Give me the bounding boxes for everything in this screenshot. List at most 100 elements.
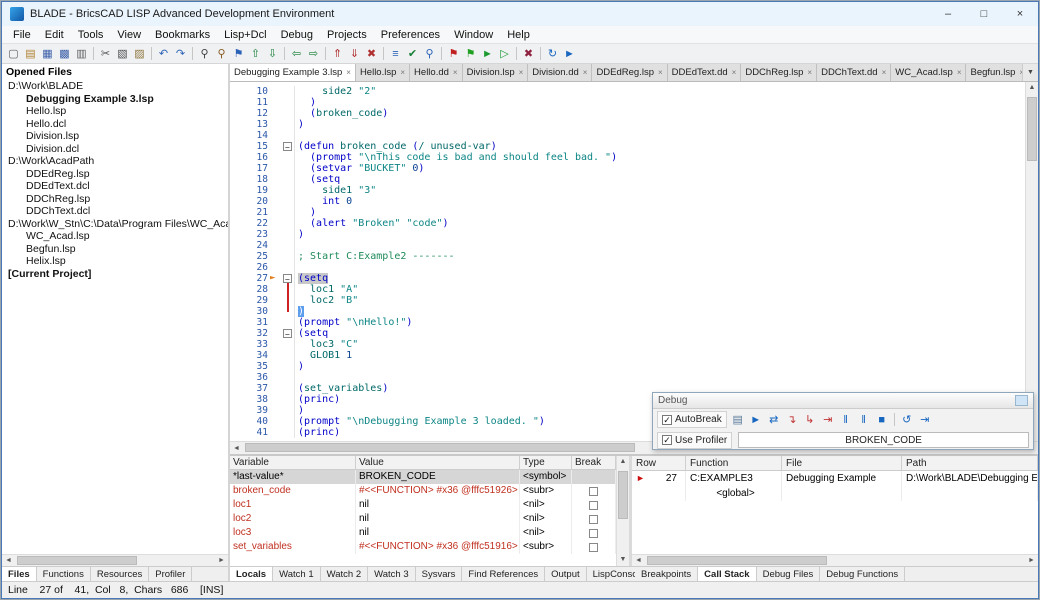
break-checkbox[interactable] [589,487,598,496]
tab-locals[interactable]: Locals [230,567,273,581]
editor-vscrollbar[interactable]: ▲ ▼ [1025,82,1038,441]
tab-files[interactable]: Files [2,567,37,581]
column-header-value[interactable]: Value [356,456,520,469]
scroll-left-icon[interactable]: ◄ [2,557,15,564]
variable-row-loc2[interactable]: loc2nil<nil> [230,512,616,526]
run-selection-icon[interactable]: ▷ [496,45,513,62]
code-line[interactable]: 35) [230,361,1025,372]
tree-item-d-work-blade[interactable]: D:\Work\BLADE [2,80,228,93]
menu-item-help[interactable]: Help [500,28,537,42]
tab-lispconsole[interactable]: LispConsole [587,567,635,581]
break-checkbox[interactable] [589,543,598,552]
scrollbar-thumb[interactable] [17,556,137,565]
use-profiler-checkbox[interactable]: ✓ Use Profiler [657,432,732,449]
code-line[interactable]: 21 ) [230,207,1025,218]
close-button[interactable]: × [1002,2,1038,26]
variable-row-loc1[interactable]: loc1nil<nil> [230,498,616,512]
scroll-right-icon[interactable]: ► [215,557,228,564]
code-line[interactable]: 23) [230,229,1025,240]
code-line[interactable]: 26 [230,262,1025,273]
code-line[interactable]: 11 ) [230,97,1025,108]
gutter-margin[interactable] [270,174,282,185]
code-line[interactable]: 18 (setq [230,174,1025,185]
editor-tab-ddchreg-lsp[interactable]: DDChReg.lsp× [741,64,817,81]
stop-icon[interactable]: ■ [873,414,891,426]
editor-tab-begfun-lsp[interactable]: Begfun.lsp× [966,64,1022,81]
code-line[interactable]: 19 side1 "3" [230,185,1025,196]
tab-find-references[interactable]: Find References [462,567,545,581]
gutter-margin[interactable] [270,284,282,295]
code-line[interactable]: 33 loc3 "C" [230,339,1025,350]
gutter-margin[interactable] [270,196,282,207]
tree-item-wc-acad-lsp[interactable]: WC_Acad.lsp [2,230,228,243]
code-line[interactable]: 13) [230,119,1025,130]
tree-item-current-project[interactable]: [Current Project] [2,268,228,281]
scroll-up-icon[interactable]: ▲ [1026,82,1038,94]
gutter-margin[interactable] [270,262,282,273]
run-flag-icon[interactable]: ⚑ [462,45,479,62]
scroll-left-icon[interactable]: ◄ [230,445,243,452]
editor-tab-wc-acad-lsp[interactable]: WC_Acad.lsp× [891,64,966,81]
remove-bookmarks-icon[interactable]: ✖ [363,45,380,62]
tab-watch-3[interactable]: Watch 3 [368,567,416,581]
new-file-icon[interactable]: ▢ [5,45,22,62]
tab-watch-2[interactable]: Watch 2 [321,567,369,581]
step-into-icon[interactable]: ↴ [783,413,801,426]
editor-tab-ddedtext-dd[interactable]: DDEdText.dd× [668,64,742,81]
gutter-margin[interactable] [270,361,282,372]
gutter-margin[interactable] [270,405,282,416]
paste-icon[interactable]: ▨ [131,45,148,62]
gutter-margin[interactable] [270,207,282,218]
variable-row-last-value[interactable]: *last-value*BROKEN_CODE<symbol> [230,470,616,484]
save-all-icon[interactable]: ▩ [56,45,73,62]
scrollbar-thumb[interactable] [245,443,635,452]
code-line[interactable]: 31(prompt "\nHello!") [230,317,1025,328]
menu-item-view[interactable]: View [110,28,148,42]
gutter-margin[interactable] [270,218,282,229]
tree-item-hello-lsp[interactable]: Hello.lsp [2,105,228,118]
find-icon[interactable]: ⚲ [196,45,213,62]
scrollbar-track[interactable] [645,555,1025,566]
fold-collapse-icon[interactable] [283,329,292,338]
gutter-margin[interactable] [270,240,282,251]
tab-close-icon[interactable]: × [519,68,524,77]
code-line[interactable]: 27►(setq [230,273,1025,284]
column-header-variable[interactable]: Variable [230,456,356,469]
editor-tab-division-dd[interactable]: Division.dd× [528,64,592,81]
scrollbar-thumb[interactable] [1027,97,1037,161]
load-selection-icon[interactable]: ⇑ [329,45,346,62]
gutter-margin[interactable] [270,130,282,141]
code-line[interactable]: 16 (prompt "\nThis code is bad and shoul… [230,152,1025,163]
tab-debug-files[interactable]: Debug Files [757,567,821,581]
menu-item-window[interactable]: Window [447,28,500,42]
gutter-margin[interactable] [270,394,282,405]
step-out-icon[interactable]: ↳ [801,413,819,426]
gutter-margin[interactable] [270,152,282,163]
tab-functions[interactable]: Functions [37,567,91,581]
menu-item-edit[interactable]: Edit [38,28,71,42]
scrollbar-track[interactable] [1026,94,1038,429]
nav-forward-icon[interactable]: ⇨ [305,45,322,62]
bookmark-next-icon[interactable]: ⇩ [264,45,281,62]
tab-close-icon[interactable]: × [346,68,351,77]
callstack-hscrollbar[interactable]: ◄ ► [632,554,1038,566]
gutter-margin[interactable] [270,141,282,152]
break-checkbox[interactable] [589,515,598,524]
scroll-up-icon[interactable]: ▲ [617,456,629,468]
tab-close-icon[interactable]: × [732,68,737,77]
tab-close-icon[interactable]: × [807,68,812,77]
scroll-left-icon[interactable]: ◄ [632,557,645,564]
tab-debug-functions[interactable]: Debug Functions [820,567,905,581]
scroll-right-icon[interactable]: ► [1025,557,1038,564]
debug-function-combo[interactable]: BROKEN_CODE [738,432,1029,448]
code-line[interactable]: 30) [230,306,1025,317]
open-file-icon[interactable]: ▤ [22,45,39,62]
tree-item-ddchtext-dcl[interactable]: DDChText.dcl [2,205,228,218]
code-line[interactable]: 22 (alert "Broken" "code") [230,218,1025,229]
tree-item-division-dcl[interactable]: Division.dcl [2,143,228,156]
gutter-margin[interactable] [270,328,282,339]
code-line[interactable]: 25; Start C:Example2 ------- [230,251,1025,262]
scrollbar-thumb[interactable] [618,471,628,519]
editor-tab-ddedreg-lsp[interactable]: DDEdReg.lsp× [592,64,667,81]
scrollbar-track[interactable] [617,468,629,554]
